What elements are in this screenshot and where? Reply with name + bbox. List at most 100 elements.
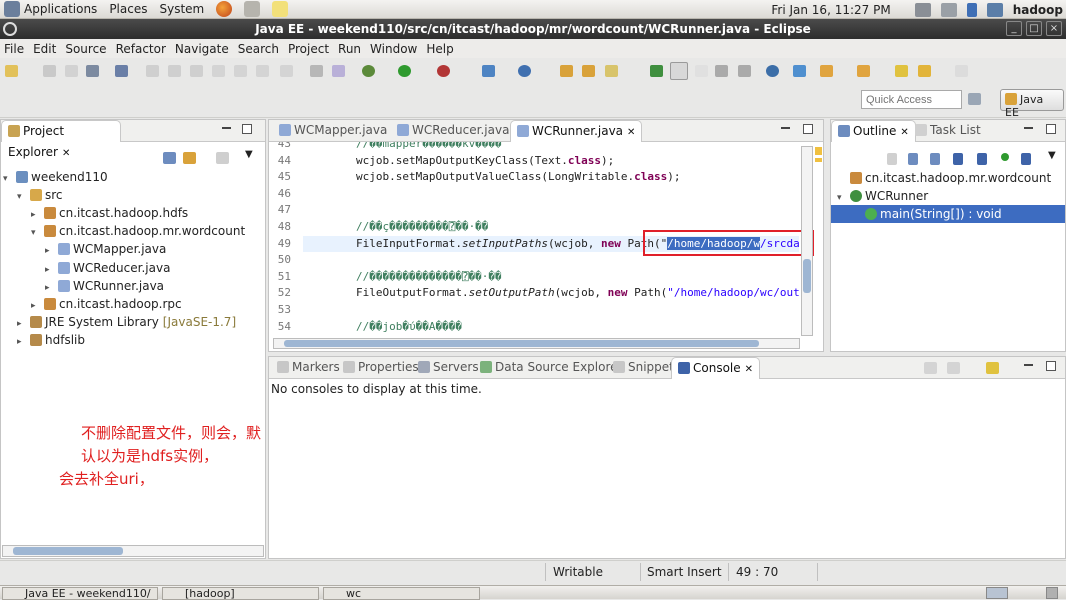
overview-ruler-marker[interactable]	[815, 147, 822, 155]
code-line[interactable]: wcjob.setMapOutputValueClass(LongWritabl…	[303, 169, 681, 186]
open-task-icon[interactable]	[650, 65, 663, 77]
menu-run[interactable]: Run	[337, 42, 362, 56]
tree-item[interactable]: ▾ cn.itcast.hadoop.mr.wordcount	[31, 222, 245, 240]
scrollbar-thumb[interactable]	[803, 259, 811, 293]
menu-help[interactable]: Help	[425, 42, 454, 56]
tree-item[interactable]: ▸ JRE System Library [JavaSE-1.7]	[17, 313, 236, 331]
collapsed-chevron-icon[interactable]: ▸	[17, 333, 27, 351]
close-tab-icon[interactable]: ✕	[627, 127, 635, 138]
maximize-icon[interactable]	[242, 124, 252, 134]
minimize-icon[interactable]	[222, 127, 231, 129]
skip-breakpoints-icon[interactable]	[115, 65, 128, 77]
link-with-editor-icon[interactable]	[183, 152, 196, 164]
tab-wcmapper[interactable]: WCMapper.java	[273, 120, 393, 142]
tree-item[interactable]: ▾ src	[17, 186, 63, 204]
new-java-project-icon[interactable]	[518, 65, 531, 77]
code-line[interactable]: wcjob.setMapOutputKeyClass(Text.class);	[303, 153, 614, 170]
tree-item[interactable]: ▸ WCRunner.java	[45, 277, 164, 295]
close-window-button[interactable]: ×	[1046, 21, 1062, 36]
menu-navigate[interactable]: Navigate	[174, 42, 230, 56]
open-type-icon[interactable]	[582, 65, 595, 77]
applications-menu[interactable]: Applications	[24, 2, 97, 16]
forward-icon[interactable]	[955, 65, 968, 77]
taskbar-hadoop[interactable]: [hadoop]	[162, 587, 319, 600]
new-icon[interactable]	[5, 65, 18, 77]
horizontal-scrollbar[interactable]	[2, 545, 264, 557]
code-line[interactable]: //��������������⍰��·��	[303, 269, 502, 286]
minimize-icon[interactable]	[1024, 127, 1033, 129]
run-external-tools-icon[interactable]	[437, 65, 450, 77]
open-console-icon[interactable]	[310, 65, 323, 77]
open-console-icon[interactable]	[986, 362, 999, 374]
code-line[interactable]: //��job�ύ��A����	[303, 319, 462, 336]
tab-task-list[interactable]: Task List	[909, 120, 987, 142]
minimize-window-button[interactable]: _	[1006, 21, 1022, 36]
places-menu[interactable]: Places	[109, 2, 147, 16]
menu-search[interactable]: Search	[237, 42, 280, 56]
menu-window[interactable]: Window	[369, 42, 418, 56]
notes-icon[interactable]	[272, 1, 289, 17]
scrollbar-thumb[interactable]	[284, 340, 759, 347]
debug-icon[interactable]	[362, 65, 375, 77]
close-tab-icon[interactable]: ✕	[900, 127, 908, 138]
hide-static-icon[interactable]	[908, 153, 918, 165]
step-over-icon[interactable]	[256, 65, 269, 77]
tab-project-explorer[interactable]: Project Explorer ✕	[1, 120, 121, 159]
open-perspective-tool-icon[interactable]	[793, 65, 806, 77]
minimize-icon[interactable]	[1024, 364, 1033, 366]
pin-console-icon[interactable]	[924, 362, 937, 374]
code-line[interactable]: //��mapper������kv����	[303, 142, 502, 153]
code-line[interactable]: FileOutputFormat.setOutputPath(wcjob, ne…	[303, 285, 799, 302]
green-dot-icon[interactable]	[1001, 153, 1009, 161]
next-annotation-icon[interactable]	[820, 65, 833, 77]
clock[interactable]: Fri Jan 16, 11:27 PM	[771, 3, 890, 17]
window-menu-icon[interactable]	[3, 22, 17, 36]
tree-item[interactable]: ▸ cn.itcast.hadoop.hdfs	[31, 204, 188, 222]
taskbar-eclipse[interactable]: Java EE - weekend110/	[2, 587, 158, 600]
outline-item[interactable]: ▾ WCRunner	[831, 187, 1065, 205]
suspend-icon[interactable]	[168, 65, 181, 77]
toggle-block-icon[interactable]	[695, 65, 708, 77]
mark-occurrences-icon[interactable]	[670, 62, 688, 80]
system-menu[interactable]: System	[159, 2, 204, 16]
bluetooth-icon[interactable]	[966, 2, 977, 17]
editor-vertical-scrollbar[interactable]	[801, 146, 813, 336]
tab-markers[interactable]: Markers	[271, 357, 346, 379]
tab-outline[interactable]: Outline ✕	[831, 120, 916, 142]
code-line[interactable]: //��ç���������⍰��·��	[303, 219, 488, 236]
new-server-icon[interactable]	[482, 65, 495, 77]
view-menu-icon[interactable]	[216, 152, 229, 164]
maximize-icon[interactable]	[1046, 124, 1056, 134]
tree-item[interactable]: ▸ hdfslib	[17, 331, 85, 349]
outline-item[interactable]: main(String[]) : void	[831, 205, 1065, 223]
previous-annotation-icon[interactable]	[857, 65, 870, 77]
hide-fields-icon[interactable]	[887, 153, 897, 165]
use-step-filters-icon[interactable]	[332, 65, 345, 77]
workspace-switcher-icon[interactable]	[986, 587, 1008, 599]
browser-icon[interactable]	[766, 65, 779, 77]
tab-wcrunner[interactable]: WCRunner.java ✕	[510, 120, 643, 142]
step-into-icon[interactable]	[234, 65, 247, 77]
tab-data-source-explorer[interactable]: Data Source Explorer	[474, 357, 628, 379]
step-return-icon[interactable]	[280, 65, 293, 77]
disconnect-icon[interactable]	[212, 65, 225, 77]
maximize-icon[interactable]	[1046, 361, 1056, 371]
volume-icon[interactable]	[940, 2, 957, 17]
save-icon[interactable]	[43, 65, 56, 77]
menu-project[interactable]: Project	[287, 42, 330, 56]
new-package-icon[interactable]	[560, 65, 573, 77]
hide-local-types-icon[interactable]	[977, 153, 987, 165]
close-tab-icon[interactable]: ✕	[745, 364, 753, 375]
minimize-icon[interactable]	[781, 127, 790, 129]
scrollbar-thumb[interactable]	[13, 547, 123, 555]
tree-item[interactable]: ▾ weekend110	[3, 168, 108, 186]
overview-ruler-marker[interactable]	[815, 158, 822, 162]
show-whitespace-icon[interactable]	[715, 65, 728, 77]
search-icon[interactable]	[605, 65, 618, 77]
tree-item[interactable]: ▸ WCMapper.java	[45, 240, 166, 258]
save-all-icon[interactable]	[65, 65, 78, 77]
menu-source[interactable]: Source	[64, 42, 107, 56]
resume-icon[interactable]	[146, 65, 159, 77]
expanded-chevron-icon[interactable]: ▾	[17, 188, 27, 206]
tree-item[interactable]: ▸ WCReducer.java	[45, 259, 170, 277]
